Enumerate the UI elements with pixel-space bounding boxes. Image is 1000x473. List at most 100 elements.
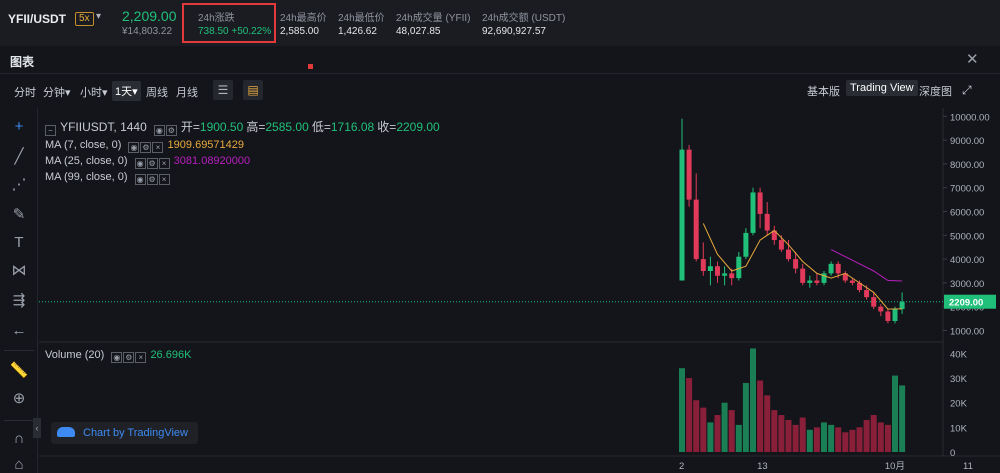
stat-label: 24h成交额 (USDT) <box>482 13 566 24</box>
volume-eye-icon[interactable]: ◉ <box>111 352 123 363</box>
ma7-close-icon[interactable]: × <box>152 142 164 153</box>
volume-tick-label: 20K <box>950 399 968 410</box>
ma25-close-icon[interactable]: × <box>158 158 170 169</box>
text-tool-icon[interactable]: T <box>8 232 30 254</box>
candle-body <box>849 280 855 283</box>
legend-eye-icon[interactable]: ◉ <box>153 125 165 136</box>
pair-dropdown-icon[interactable]: ▾ <box>96 11 101 22</box>
ma7-gear-icon[interactable]: ⚙ <box>140 142 152 153</box>
magnet-icon[interactable]: ∩ <box>8 428 30 450</box>
stat-24h-turnover: 24h成交额 (USDT) 92,690,927.57 <box>482 9 565 37</box>
ma25-gear-icon[interactable]: ⚙ <box>146 158 158 169</box>
toolbar-divider <box>4 420 34 421</box>
tradingview-logo-icon <box>57 427 75 437</box>
candle-body <box>722 273 728 276</box>
lock-icon[interactable]: ⌂ <box>8 454 30 473</box>
volume-bar <box>892 375 898 452</box>
fullscreen-icon[interactable]: ⤢ <box>962 83 972 98</box>
indicator-settings-icon[interactable]: ☰ <box>213 80 233 100</box>
brush-icon[interactable]: ✎ <box>8 204 30 226</box>
legend-gear-icon[interactable]: ⚙ <box>165 125 177 136</box>
ma99-close-icon[interactable]: × <box>158 174 170 185</box>
highlight-box <box>182 3 276 43</box>
legend-ohlc: − YFIIUSDT, 1440 ◉ ⚙ 开=1900.50 高=2585.00 … <box>45 118 440 136</box>
volume-tick-label: 10K <box>950 423 968 434</box>
ma25-value: 3081.08920000 <box>173 155 251 167</box>
timeframe-1day[interactable]: 1天▾ <box>112 81 141 101</box>
chart-properties-icon[interactable]: ▤ <box>243 80 263 100</box>
volume-bar <box>721 402 728 452</box>
fib-tool-icon[interactable]: ⋰ <box>8 174 30 196</box>
volume-bar <box>785 419 792 452</box>
volume-bar <box>799 417 806 452</box>
ma7-eye-icon[interactable]: ◉ <box>128 142 140 153</box>
candle-body <box>800 268 806 283</box>
candle-body <box>757 192 763 214</box>
current-price-label: 2209.00 <box>949 298 983 309</box>
chart-toolbar: 分时 分钟▾ 小时▾ 1天▾ 周线 月线 ☰ ▤ 基本版 Trading Vie… <box>0 78 1000 104</box>
ma99-eye-icon[interactable]: ◉ <box>134 174 146 185</box>
collapse-legend-icon[interactable]: − <box>45 125 56 136</box>
candle-body <box>715 266 720 276</box>
time-tick-label: 13 <box>757 461 768 472</box>
close-icon[interactable]: ✕ <box>966 50 979 68</box>
low-label: 低= <box>311 120 331 134</box>
volume-bar <box>806 429 813 452</box>
chart-panel-header: 图表 ✕ <box>0 46 1000 74</box>
candle-body <box>814 280 820 283</box>
volume-bar <box>792 424 799 452</box>
candle-body <box>700 259 706 271</box>
candle-body <box>786 249 791 260</box>
trend-line-icon[interactable]: ╱ <box>8 146 30 168</box>
volume-bar <box>856 427 863 452</box>
volume-bar <box>863 419 870 452</box>
high-value: 2585.00 <box>265 120 309 134</box>
view-depth[interactable]: 深度图 <box>919 83 952 99</box>
volume-close-icon[interactable]: × <box>135 352 147 363</box>
crosshair-icon[interactable]: + <box>8 116 30 138</box>
volume-bar <box>835 427 842 452</box>
ruler-icon[interactable]: 📏 <box>8 360 30 382</box>
chart-area[interactable]: 10000.00 9000.00 8000.00 7000.00 6000.00 5000… <box>39 108 1000 473</box>
candle-body <box>864 290 870 298</box>
volume-bar <box>771 410 778 452</box>
ma25-eye-icon[interactable]: ◉ <box>134 158 146 169</box>
pair-name[interactable]: YFII/USDT <box>8 12 66 26</box>
stat-label: 24h最低价 <box>338 13 385 24</box>
volume-bar <box>679 368 685 452</box>
ma25-label: MA (25, close, 0) <box>45 155 128 167</box>
timeframe-time-share[interactable]: 分时 <box>14 84 36 100</box>
ma25-line <box>830 249 903 282</box>
time-tick-label: 11 <box>963 461 973 472</box>
candle-body <box>686 149 692 200</box>
ma99-gear-icon[interactable]: ⚙ <box>146 174 158 185</box>
timeframe-week[interactable]: 周线 <box>146 84 168 100</box>
time-tick-label: 2 <box>679 461 684 472</box>
legend-ma25: MA (25, close, 0) ◉ ⚙ × 3081.08920000 <box>45 155 250 169</box>
stat-label: 24h最高价 <box>280 13 327 24</box>
timeframe-month[interactable]: 月线 <box>176 84 198 100</box>
candle-body <box>778 240 784 250</box>
high-label: 高= <box>246 120 266 134</box>
price-tick-label: 10000.00 <box>950 112 990 123</box>
time-tick-label: 10月 <box>885 461 905 472</box>
candle-body <box>750 192 756 233</box>
prediction-tool-icon[interactable]: ⇶ <box>8 290 30 312</box>
open-label: 开= <box>180 120 200 134</box>
view-tradingview[interactable]: Trading View <box>846 80 918 96</box>
view-basic[interactable]: 基本版 <box>807 83 840 99</box>
arrow-left-icon[interactable]: ← <box>8 320 30 342</box>
zoom-in-icon[interactable]: ⊕ <box>8 388 30 410</box>
timeframe-hour[interactable]: 小时▾ <box>80 84 108 100</box>
pattern-tool-icon[interactable]: ⋈ <box>8 260 30 282</box>
candle-body <box>878 306 884 312</box>
volume-gear-icon[interactable]: ⚙ <box>123 352 135 363</box>
volume-value: 26.696K <box>150 349 192 361</box>
volume-bar <box>707 422 714 452</box>
timeframe-minute[interactable]: 分钟▾ <box>43 84 71 100</box>
volume-bar <box>828 424 835 452</box>
candle-body <box>885 311 891 321</box>
candle-body <box>707 266 713 271</box>
tradingview-brand[interactable]: Chart by TradingView <box>51 422 198 444</box>
candle-body <box>743 232 749 257</box>
